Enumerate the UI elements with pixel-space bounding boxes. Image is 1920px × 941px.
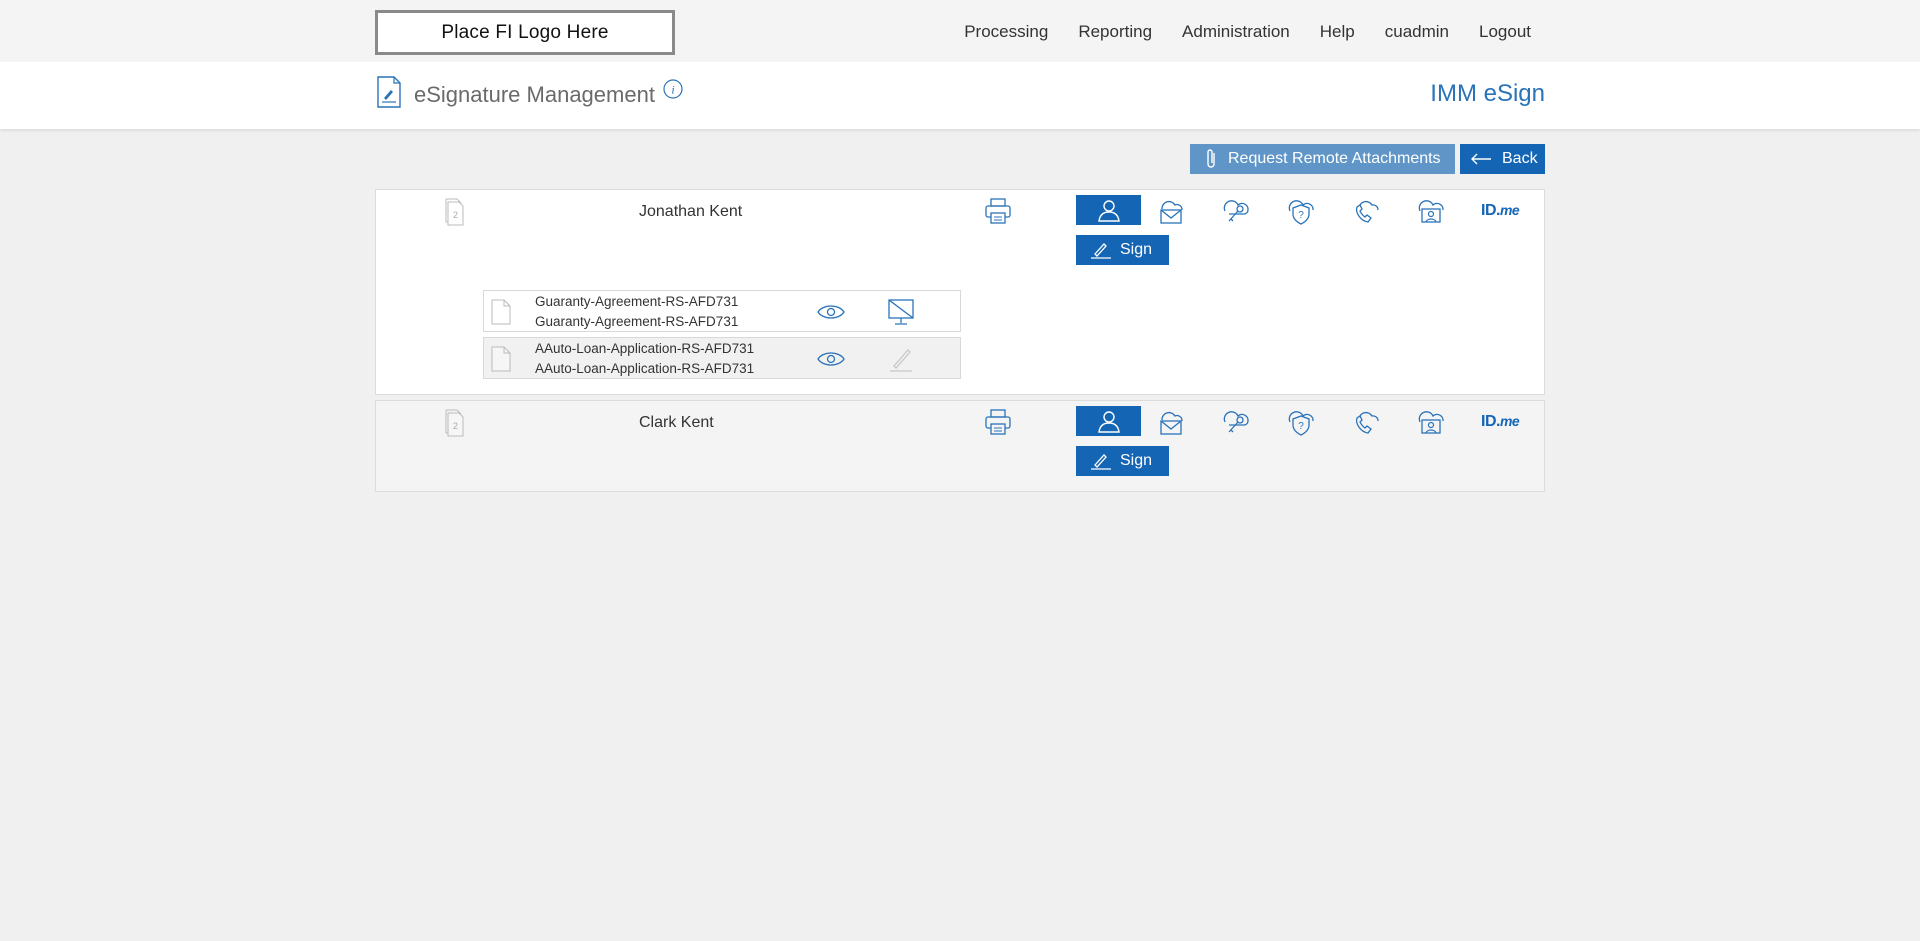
nav-administration[interactable]: Administration xyxy=(1182,22,1290,42)
signer-name: Jonathan Kent xyxy=(639,203,743,220)
sign-button[interactable]: Sign xyxy=(1076,446,1169,476)
info-icon[interactable]: i xyxy=(663,79,683,99)
document-icon xyxy=(491,346,511,372)
arrow-left-icon xyxy=(1471,153,1491,165)
printer-icon[interactable] xyxy=(984,197,1012,225)
document-count-icon: 2 xyxy=(445,198,464,226)
security-question-icon[interactable]: ? xyxy=(1286,197,1316,225)
security-question-icon[interactable]: ? xyxy=(1286,408,1316,436)
svg-text:?: ? xyxy=(1298,210,1304,221)
paperclip-icon xyxy=(1207,149,1215,168)
idme-suffix: me xyxy=(1499,413,1520,429)
signature-document-icon xyxy=(377,76,401,108)
document-name: AAuto-Loan-Application-RS-AFD731 xyxy=(535,341,755,356)
back-button[interactable]: Back xyxy=(1460,144,1545,174)
sign-label: Sign xyxy=(1120,452,1153,469)
eye-icon[interactable] xyxy=(817,303,845,321)
signer-name: Clark Kent xyxy=(639,414,714,431)
idme-label: ID. xyxy=(1481,413,1500,430)
page-title: eSignature Management xyxy=(414,82,655,107)
nav-logout[interactable]: Logout xyxy=(1479,22,1531,42)
nav-reporting[interactable]: Reporting xyxy=(1078,22,1152,42)
pen-disabled-icon xyxy=(890,349,912,372)
phone-cloud-icon[interactable] xyxy=(1351,408,1381,436)
id-card-cloud-icon[interactable] xyxy=(1416,408,1446,436)
document-count: 2 xyxy=(453,421,458,431)
sign-label: Sign xyxy=(1120,241,1153,258)
printer-icon[interactable] xyxy=(984,408,1012,436)
key-cloud-icon[interactable] xyxy=(1221,197,1251,225)
pen-icon xyxy=(1091,454,1111,470)
in-person-auth-button[interactable] xyxy=(1076,195,1141,225)
back-label: Back xyxy=(1502,150,1538,167)
auth-methods: ? ID.me xyxy=(1076,406,1536,436)
brand-title: IMM eSign xyxy=(1430,80,1545,107)
phone-cloud-icon[interactable] xyxy=(1351,197,1381,225)
no-screen-icon[interactable] xyxy=(886,297,916,327)
top-bar: Place FI Logo Here Processing Reporting … xyxy=(0,0,1920,62)
auth-methods: ? ID.me xyxy=(1076,195,1536,225)
main-nav: Processing Reporting Administration Help… xyxy=(934,22,1531,42)
email-cloud-icon[interactable] xyxy=(1156,408,1186,436)
eye-icon[interactable] xyxy=(817,350,845,368)
svg-text:?: ? xyxy=(1298,421,1304,432)
nav-help[interactable]: Help xyxy=(1320,22,1355,42)
idme-label: ID. xyxy=(1481,202,1500,219)
document-row: Guaranty-Agreement-RS-AFD731 Guaranty-Ag… xyxy=(483,290,961,332)
document-icon xyxy=(491,299,511,325)
key-cloud-icon[interactable] xyxy=(1221,408,1251,436)
svg-text:i: i xyxy=(671,83,674,97)
request-remote-attachments-button[interactable]: Request Remote Attachments xyxy=(1190,144,1455,174)
email-cloud-icon[interactable] xyxy=(1156,197,1186,225)
idme-suffix: me xyxy=(1499,202,1520,218)
request-remote-attachments-label: Request Remote Attachments xyxy=(1228,150,1441,167)
nav-processing[interactable]: Processing xyxy=(964,22,1048,42)
person-icon xyxy=(1097,411,1120,433)
in-person-auth-button[interactable] xyxy=(1076,406,1141,436)
document-name-secondary: AAuto-Loan-Application-RS-AFD731 xyxy=(535,361,755,376)
signer-panel-1: 2 Jonathan Kent ? ID.me Sign Guaranty-Ag… xyxy=(375,189,1545,395)
logo-placeholder: Place FI Logo Here xyxy=(375,10,675,55)
nav-user[interactable]: cuadmin xyxy=(1385,22,1449,42)
idme-auth-button[interactable]: ID.me xyxy=(1481,413,1520,431)
idme-auth-button[interactable]: ID.me xyxy=(1481,202,1520,220)
document-count-icon: 2 xyxy=(445,409,464,437)
sign-button[interactable]: Sign xyxy=(1076,235,1169,265)
document-count: 2 xyxy=(453,210,458,220)
document-row: AAuto-Loan-Application-RS-AFD731 AAuto-L… xyxy=(483,337,961,379)
page-header: eSignature Management i IMM eSign xyxy=(0,62,1920,129)
document-name: Guaranty-Agreement-RS-AFD731 xyxy=(535,294,739,309)
person-icon xyxy=(1097,200,1120,222)
pen-icon xyxy=(1091,243,1111,259)
document-name-secondary: Guaranty-Agreement-RS-AFD731 xyxy=(535,314,739,329)
id-card-cloud-icon[interactable] xyxy=(1416,197,1446,225)
signer-panel-2: 2 Clark Kent ? ID.me Sign xyxy=(375,400,1545,492)
